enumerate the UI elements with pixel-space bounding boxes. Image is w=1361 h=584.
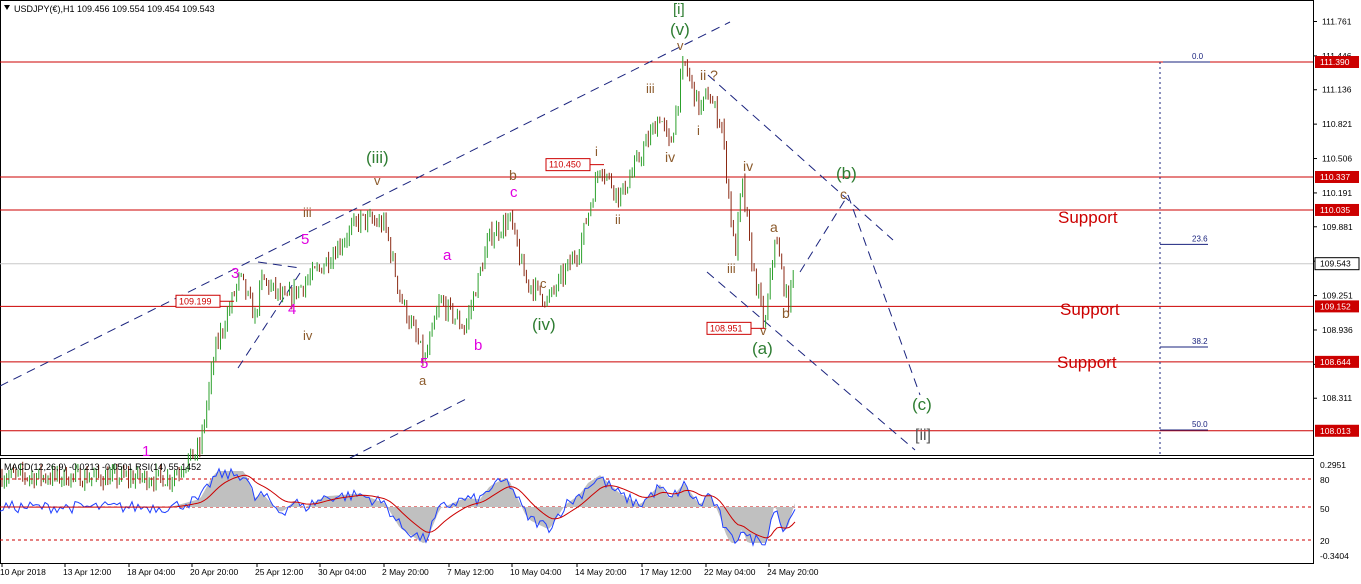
main-chart-frame: [0, 0, 1314, 456]
fib-label: 0.0: [1192, 52, 1204, 61]
wave-label: [ii]: [915, 427, 931, 444]
wave-label: (iii): [366, 148, 389, 167]
wave-label: iii: [646, 81, 655, 96]
wave-label: c: [540, 276, 547, 291]
wave-label: iii: [303, 205, 312, 220]
wave-label: v: [677, 38, 684, 53]
wave-label: i: [595, 144, 598, 159]
wave-label: a: [419, 373, 427, 388]
wave-label: b: [509, 167, 517, 183]
wave-label: iii: [727, 261, 736, 276]
support-label: Support: [1057, 353, 1117, 372]
y-tick-label: 108.311: [1322, 393, 1352, 403]
level-price-label: 109.152: [1320, 301, 1351, 311]
wave-label: iv: [743, 158, 753, 174]
wave-label: 5: [420, 355, 428, 372]
x-tick-label: 30 Apr 04:00: [318, 567, 366, 577]
wave-label: v: [374, 173, 381, 188]
chart-canvas: 0.2951805020-0.3404 111.761111.446111.13…: [0, 0, 1360, 577]
y-tick-label: 110.191: [1322, 188, 1352, 198]
x-tick-label: 10 May 04:00: [510, 567, 562, 577]
wave-label: (a): [752, 339, 773, 358]
wave-label: [i]: [673, 1, 685, 18]
level-price-label: 110.337: [1320, 172, 1350, 182]
x-tick-label: 20 Apr 20:00: [190, 567, 238, 577]
x-tick-label: 17 May 12:00: [640, 567, 692, 577]
x-tick-label: 10 Apr 2018: [0, 567, 46, 577]
wave-label: iv: [303, 328, 313, 343]
wave-label: (b): [836, 164, 857, 183]
wave-label: 1: [142, 443, 150, 460]
x-tick-label: 14 May 20:00: [575, 567, 627, 577]
level-price-label: 111.390: [1320, 57, 1350, 67]
x-tick-label: 2 May 20:00: [382, 567, 429, 577]
x-tick-label: 7 May 12:00: [447, 567, 494, 577]
level-price-label: 110.035: [1320, 205, 1350, 215]
wave-label: ii: [615, 212, 621, 227]
wave-label: iv: [665, 149, 675, 165]
indicator-y-label: 0.2951: [1320, 460, 1346, 470]
price-box-label: 110.450: [549, 160, 581, 170]
x-tick-label: 25 Apr 12:00: [255, 567, 303, 577]
y-tick-label: 108.936: [1322, 325, 1353, 335]
wave-label: (v): [670, 20, 690, 39]
y-tick-label: 110.821: [1322, 119, 1352, 129]
price-box-label: 108.951: [710, 323, 743, 333]
indicator-y-label: 80: [1320, 475, 1330, 485]
wave-label: c: [840, 186, 847, 202]
x-tick-label: 24 May 20:00: [767, 567, 819, 577]
y-tick-label: 111.136: [1322, 85, 1352, 95]
wave-label: a: [443, 247, 452, 264]
fib-label: 38.2: [1192, 337, 1208, 346]
y-tick-label: 109.251: [1322, 291, 1353, 301]
wave-label: v: [760, 323, 767, 338]
support-label: Support: [1058, 208, 1118, 227]
symbol-header: USDJPY(€),H1 109.456 109.554 109.454 109…: [14, 4, 215, 14]
level-price-label: 108.644: [1320, 357, 1351, 367]
wave-label: (iv): [532, 315, 556, 334]
y-tick-label: 110.506: [1322, 154, 1352, 164]
wave-label: 3: [231, 265, 239, 282]
wave-label: b: [474, 337, 482, 354]
indicator-y-label: -0.3404: [1320, 551, 1349, 561]
support-label: Support: [1060, 300, 1120, 319]
wave-label: 4: [288, 301, 296, 318]
indicator-panel-frame: [0, 458, 1314, 564]
wave-label: b: [782, 305, 790, 321]
fib-label: 23.6: [1192, 234, 1208, 243]
y-tick-label: 109.881: [1322, 222, 1353, 232]
x-tick-label: 22 May 04:00: [704, 567, 756, 577]
price-box-label: 109.199: [179, 296, 212, 306]
y-tick-label: 111.761: [1322, 16, 1352, 26]
indicator-y-label: 50: [1320, 504, 1330, 514]
wave-label: ii ?: [700, 67, 718, 83]
wave-label: a: [770, 219, 778, 235]
x-tick-label: 18 Apr 04:00: [127, 567, 175, 577]
indicator-header: MACD(12,26,9) -0.0213 -0.0501 RSI(14) 55…: [4, 462, 201, 472]
wave-label: i: [697, 123, 700, 138]
wave-label: (c): [912, 395, 932, 414]
wave-label: c: [510, 184, 518, 201]
wave-label: 5: [301, 231, 309, 248]
x-tick-label: 13 Apr 12:00: [63, 567, 111, 577]
fib-label: 50.0: [1192, 420, 1208, 429]
level-price-label: 108.013: [1320, 426, 1351, 436]
indicator-y-label: 20: [1320, 536, 1330, 546]
last-price-label: 109.543: [1320, 259, 1351, 269]
